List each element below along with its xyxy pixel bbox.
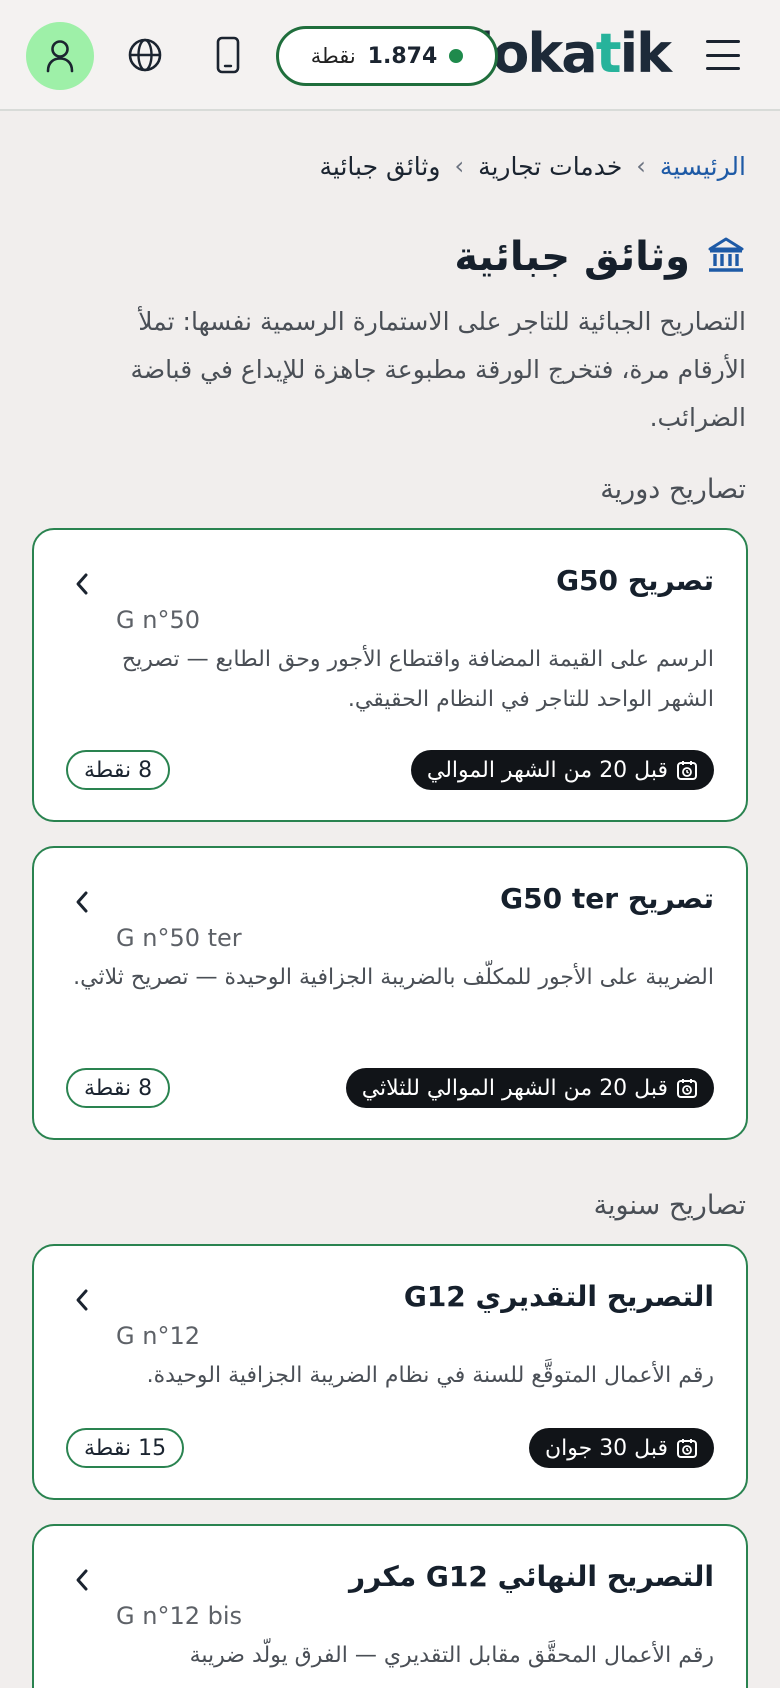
cost-badge: 8 نقطة	[66, 1068, 171, 1108]
card-title: تصريح G50	[556, 564, 714, 597]
card-code: G n°12 bis	[116, 1602, 243, 1630]
card-g50-ter[interactable]: تصريح G50 ter G n°50 ter الضريبة على الأ…	[32, 846, 748, 1140]
breadcrumb-home[interactable]: الرئيسية	[660, 152, 746, 181]
card-description: رقم الأعمال المحقَّق مقابل التقديري — ال…	[189, 1643, 714, 1668]
calendar-clock-icon	[677, 1439, 697, 1458]
card-g12-bis[interactable]: التصريح النهائي G12 مكرر G n°12 bis رقم …	[32, 1524, 748, 1688]
menu-icon[interactable]	[706, 40, 740, 70]
card-g12[interactable]: التصريح التقديري G12 G n°12 رقم الأعمال …	[32, 1244, 748, 1500]
card-title: تصريح G50 ter	[500, 882, 714, 915]
page-title-row: وثائق جبائية	[454, 234, 746, 280]
section-annual: تصاريح سنوية	[593, 1190, 746, 1221]
globe-icon[interactable]	[124, 34, 166, 76]
due-badge: قبل 30 جوان	[528, 1428, 714, 1468]
due-text: قبل 20 من الشهر الموالي للثلاثي	[361, 1075, 668, 1101]
section-periodic: تصاريح دورية	[600, 474, 746, 505]
points-unit: نقطة	[310, 44, 356, 68]
chevron-left-icon	[76, 1569, 88, 1591]
card-g50[interactable]: تصريح G50 G n°50 الرسم على القيمة المضاف…	[32, 528, 748, 822]
card-description: الضريبة على الأجور للمكلّف بالضريبة الجز…	[73, 965, 714, 990]
breadcrumb-parent[interactable]: خدمات تجارية	[478, 152, 622, 181]
phone-icon[interactable]	[207, 34, 249, 76]
card-description: رقم الأعمال المتوقَّع للسنة في نظام الضر…	[146, 1363, 714, 1388]
card-code: G n°50 ter	[116, 924, 242, 952]
due-text: قبل 30 جوان	[544, 1435, 668, 1461]
user-icon	[46, 40, 74, 73]
chevron-left-icon	[76, 1289, 88, 1311]
points-value: 1.874	[367, 43, 438, 69]
due-badge: قبل 20 من الشهر الموالي للثلاثي	[345, 1068, 714, 1108]
card-code: G n°12	[116, 1322, 200, 1350]
chevron-left-icon: ›	[454, 152, 465, 180]
card-title: التصريح النهائي G12 مكرر	[349, 1560, 714, 1593]
calendar-clock-icon	[677, 761, 697, 780]
page-title: وثائق جبائية	[454, 234, 690, 280]
chevron-left-icon	[76, 573, 88, 595]
card-code: G n°50	[116, 606, 200, 634]
due-badge: قبل 20 من الشهر الموالي	[410, 750, 714, 790]
page-description: التصاريح الجبائية للتاجر على الاستمارة ا…	[130, 307, 746, 432]
breadcrumb: الرئيسية › خدمات تجارية › وثائق جبائية	[320, 146, 746, 186]
user-avatar[interactable]	[26, 22, 94, 90]
chevron-left-icon: ›	[636, 152, 646, 180]
card-title: التصريح التقديري G12	[403, 1280, 714, 1313]
points-balance[interactable]: نقطة 1.874	[276, 26, 498, 86]
chevron-left-icon	[76, 891, 88, 913]
due-text: قبل 20 من الشهر الموالي	[426, 757, 668, 783]
app-header: dokatik نقطة 1.874	[0, 0, 780, 111]
breadcrumb-current: وثائق جبائية	[319, 151, 441, 181]
card-description: الرسم على القيمة المضافة واقتطاع الأجور …	[121, 647, 714, 712]
cost-badge: 15 نقطة	[66, 1428, 185, 1468]
status-dot	[449, 49, 464, 63]
cost-badge: 8 نقطة	[66, 750, 171, 790]
bank-icon	[706, 235, 746, 279]
calendar-clock-icon	[677, 1079, 697, 1098]
